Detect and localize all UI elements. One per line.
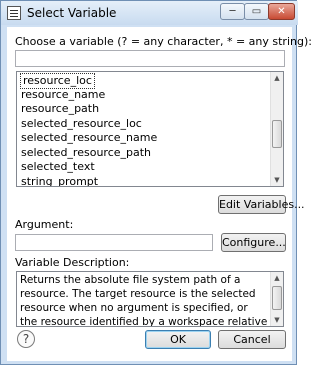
list-item[interactable]: resource_name	[21, 88, 105, 102]
title-bar: Select Variable ─ ▭ ✕	[1, 1, 298, 25]
select-variable-dialog: Select Variable ─ ▭ ✕ Choose a variable …	[0, 0, 312, 365]
configure-button[interactable]: Configure...	[221, 233, 286, 252]
argument-label: Argument:	[15, 218, 74, 231]
description-scrollbar[interactable]: ▲ ▼	[270, 272, 283, 326]
filter-label: Choose a variable (? = any character, * …	[15, 35, 312, 48]
list-item[interactable]: selected_resource_name	[21, 131, 157, 145]
desc-scroll-thumb[interactable]	[272, 286, 282, 310]
list-item[interactable]: resource_path	[21, 102, 99, 116]
window-title: Select Variable	[27, 6, 117, 20]
help-icon[interactable]: ?	[17, 330, 35, 348]
close-button[interactable]: ✕	[268, 3, 295, 20]
variable-list[interactable]: resource_loc resource_name resource_path se…	[16, 71, 284, 187]
scroll-thumb[interactable]	[272, 120, 282, 148]
description-box: Returns the absolute file system path of…	[16, 271, 284, 327]
list-item[interactable]: selected_text	[21, 160, 95, 174]
window-icon	[7, 6, 21, 20]
desc-scroll-up-arrow[interactable]: ▲	[271, 272, 283, 284]
filter-input[interactable]	[15, 50, 285, 67]
scroll-up-arrow[interactable]: ▲	[271, 72, 283, 84]
dialog-content: Choose a variable (? = any character, * …	[7, 27, 312, 361]
cancel-button[interactable]: Cancel	[218, 330, 286, 349]
desc-scroll-down-arrow[interactable]: ▼	[271, 314, 283, 326]
scroll-down-arrow[interactable]: ▼	[271, 174, 283, 186]
edit-variables-button[interactable]: Edit Variables...	[218, 195, 305, 214]
list-item[interactable]: string_prompt	[21, 175, 98, 187]
list-item[interactable]: selected_resource_loc	[21, 117, 142, 131]
argument-input[interactable]	[15, 234, 213, 251]
description-text: Returns the absolute file system path of…	[20, 274, 268, 327]
ok-button[interactable]: OK	[145, 330, 211, 349]
minimize-button[interactable]: ─	[220, 3, 245, 20]
description-label: Variable Description:	[15, 256, 130, 269]
list-item[interactable]: selected_resource_path	[21, 146, 151, 160]
maximize-button[interactable]: ▭	[244, 3, 269, 20]
list-scrollbar[interactable]: ▲ ▼	[270, 72, 283, 186]
